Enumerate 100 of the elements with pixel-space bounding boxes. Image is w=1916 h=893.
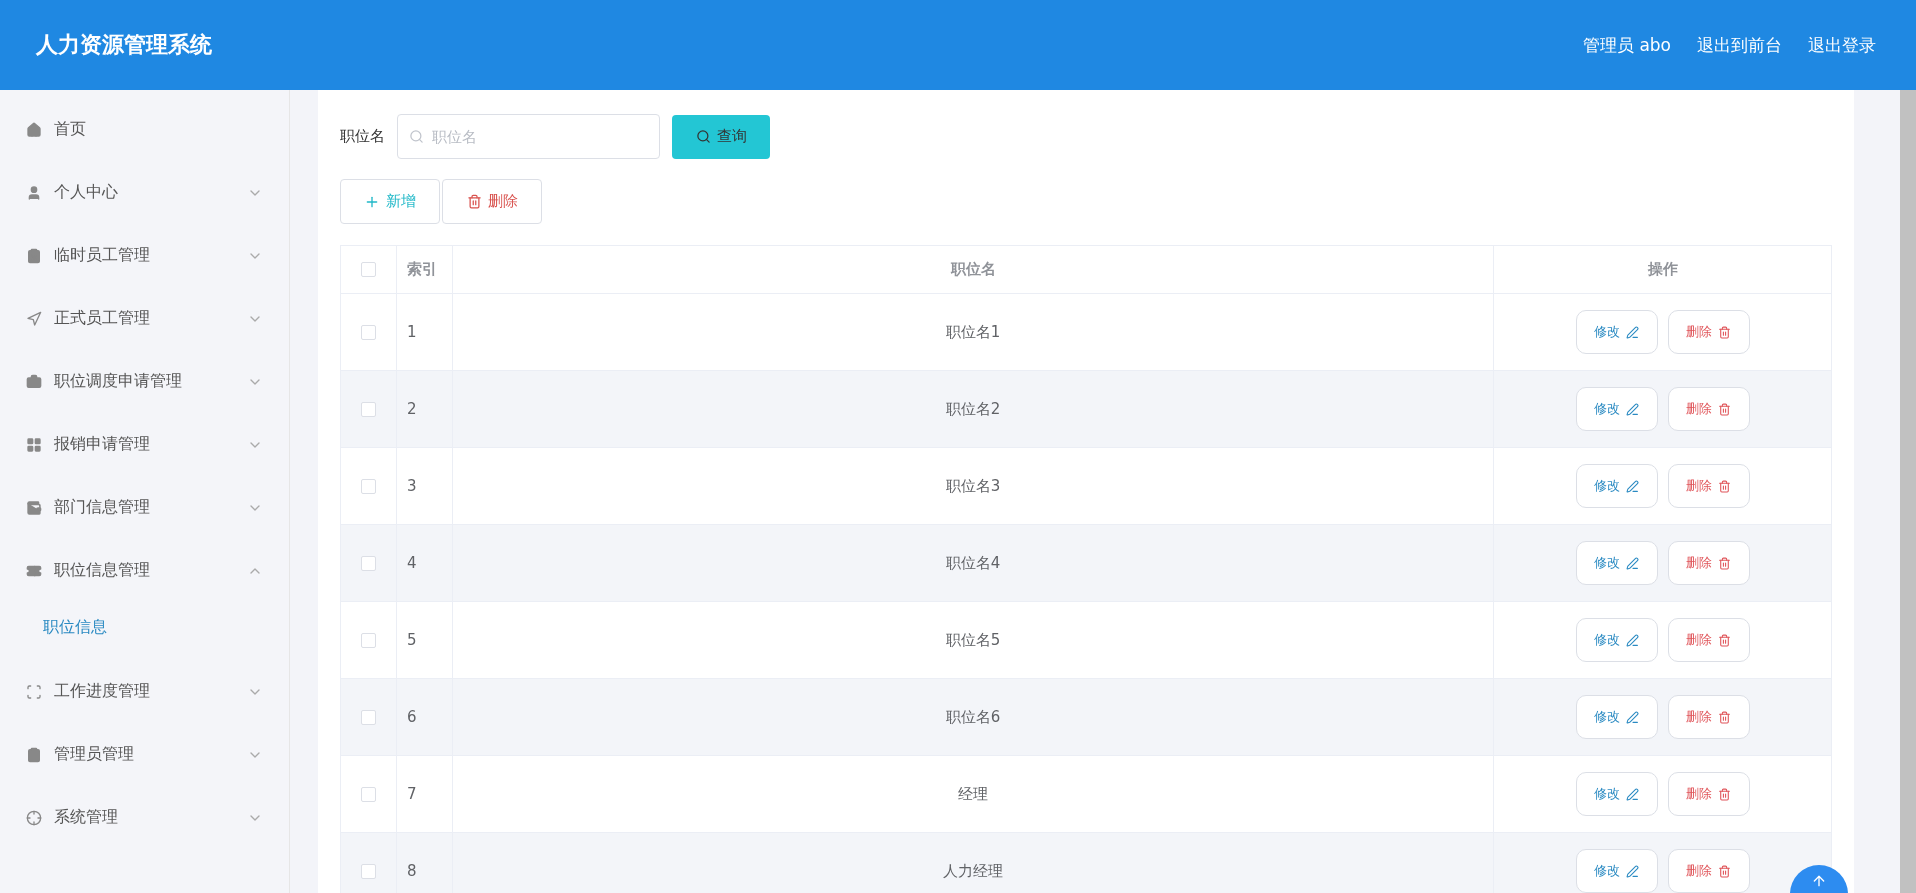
sidebar-item[interactable]: 个人中心 — [0, 161, 289, 224]
sidebar-item[interactable]: 职位调度申请管理 — [0, 350, 289, 413]
search-icon — [695, 129, 711, 144]
table-cell: 4 — [407, 554, 417, 572]
delete-button[interactable]: 删除 — [1667, 310, 1750, 354]
sidebar-label: 部门信息管理 — [54, 497, 151, 518]
row-checkbox[interactable] — [361, 401, 376, 417]
trash-icon — [1718, 479, 1731, 493]
user-icon — [26, 184, 42, 201]
edit-button[interactable]: 修改 — [1575, 772, 1658, 816]
edit-button[interactable]: 修改 — [1575, 618, 1658, 662]
row-checkbox[interactable] — [361, 709, 376, 725]
sidebar-item[interactable]: 部门信息管理 — [0, 476, 289, 539]
wallet-icon — [26, 499, 42, 516]
edit-button[interactable]: 修改 — [1575, 464, 1658, 508]
delete-button[interactable]: 删除 — [1667, 849, 1750, 893]
edit-button[interactable]: 修改 — [1575, 387, 1658, 431]
header-link[interactable]: 退出到前台 — [1697, 33, 1782, 57]
table-cell: 3 — [407, 477, 417, 495]
pencil-icon — [1626, 556, 1639, 570]
table-cell: 5 — [407, 631, 417, 649]
trash-icon — [1718, 787, 1731, 801]
table-cell: 职位名3 — [945, 476, 1001, 496]
sidebar-label: 职位调度申请管理 — [54, 371, 183, 392]
clipboard-icon — [26, 746, 42, 763]
table-cell: 职位名2 — [945, 399, 1001, 419]
sidebar-label: 管理员管理 — [54, 744, 135, 765]
delete-button[interactable]: 删除 — [1667, 387, 1750, 431]
row-checkbox[interactable] — [361, 478, 376, 494]
sidebar-label: 个人中心 — [54, 182, 119, 203]
sidebar-item[interactable]: 管理员管理 — [0, 723, 289, 786]
row-checkbox[interactable] — [361, 324, 376, 340]
pencil-icon — [1626, 710, 1639, 724]
query-button[interactable]: 查询 — [672, 114, 770, 159]
row-checkbox[interactable] — [361, 863, 376, 879]
scrollbar[interactable] — [1900, 90, 1916, 893]
table-cell: 职位名5 — [945, 630, 1001, 650]
briefcase-icon — [26, 373, 42, 390]
trash-icon — [1718, 556, 1731, 570]
delete-button[interactable]: 删除 — [1667, 695, 1750, 739]
row-checkbox[interactable] — [361, 632, 376, 648]
table-cell: 人力经理 — [943, 861, 1003, 881]
delete-button[interactable]: 删除 — [1667, 541, 1750, 585]
crosshair-icon — [26, 809, 42, 826]
add-button[interactable]: 新增 — [340, 179, 440, 224]
table-cell: 6 — [407, 708, 417, 726]
table-cell: 职位名6 — [945, 707, 1001, 727]
sidebar-label: 临时员工管理 — [54, 245, 151, 266]
clipboard-icon — [26, 247, 42, 264]
trash-icon — [1718, 633, 1731, 647]
header-link[interactable]: 退出登录 — [1808, 33, 1876, 57]
trash-icon — [466, 194, 482, 209]
table-cell: 经理 — [958, 784, 988, 804]
sidebar-label: 正式员工管理 — [54, 308, 151, 329]
sidebar-label: 工作进度管理 — [54, 681, 151, 702]
pencil-icon — [1626, 479, 1639, 493]
trash-icon — [1718, 325, 1731, 339]
sidebar-item[interactable]: 报销申请管理 — [0, 413, 289, 476]
trash-icon — [1718, 864, 1731, 878]
column-header: 索引 — [397, 246, 453, 293]
delete-button[interactable]: 删除 — [1667, 772, 1750, 816]
delete-button[interactable]: 删除 — [442, 179, 542, 224]
sidebar-label: 报销申请管理 — [54, 434, 151, 455]
sidebar-item[interactable]: 临时员工管理 — [0, 224, 289, 287]
home-icon — [26, 121, 42, 138]
sidebar-item[interactable]: 工作进度管理 — [0, 660, 289, 723]
table-cell: 7 — [407, 785, 417, 803]
trash-icon — [1718, 710, 1731, 724]
row-checkbox[interactable] — [361, 786, 376, 802]
delete-button[interactable]: 删除 — [1667, 464, 1750, 508]
table-cell: 8 — [407, 862, 417, 880]
navigation-icon — [26, 310, 42, 327]
sidebar-item[interactable]: 首页 — [0, 98, 289, 161]
column-header: 操作 — [1646, 259, 1679, 280]
search-field[interactable]: 职位名 — [397, 114, 660, 159]
pencil-icon — [1626, 325, 1639, 339]
trash-icon — [1718, 402, 1731, 416]
edit-button[interactable]: 修改 — [1575, 541, 1658, 585]
table-cell: 职位名4 — [945, 553, 1001, 573]
scan-icon — [26, 683, 42, 700]
header-link[interactable]: 管理员 abo — [1583, 33, 1671, 57]
pencil-icon — [1626, 864, 1639, 878]
delete-button[interactable]: 删除 — [1667, 618, 1750, 662]
search-icon — [409, 129, 424, 144]
edit-button[interactable]: 修改 — [1575, 310, 1658, 354]
pencil-icon — [1626, 787, 1639, 801]
grid-icon — [26, 436, 42, 453]
sidebar-item[interactable]: 系统管理 — [0, 786, 289, 849]
search-label: 职位名 — [340, 127, 385, 146]
table-cell: 1 — [407, 323, 417, 341]
row-checkbox[interactable] — [361, 555, 376, 571]
table-cell: 2 — [407, 400, 417, 418]
select-all-checkbox[interactable] — [361, 262, 376, 277]
sidebar-item[interactable]: 正式员工管理 — [0, 287, 289, 350]
sidebar-label: 首页 — [54, 119, 87, 140]
edit-button[interactable]: 修改 — [1575, 849, 1658, 893]
sidebar-label: 职位信息管理 — [54, 560, 151, 581]
edit-button[interactable]: 修改 — [1575, 695, 1658, 739]
app-title: 人力资源管理系统 — [36, 31, 212, 59]
sidebar-label: 系统管理 — [54, 807, 119, 828]
